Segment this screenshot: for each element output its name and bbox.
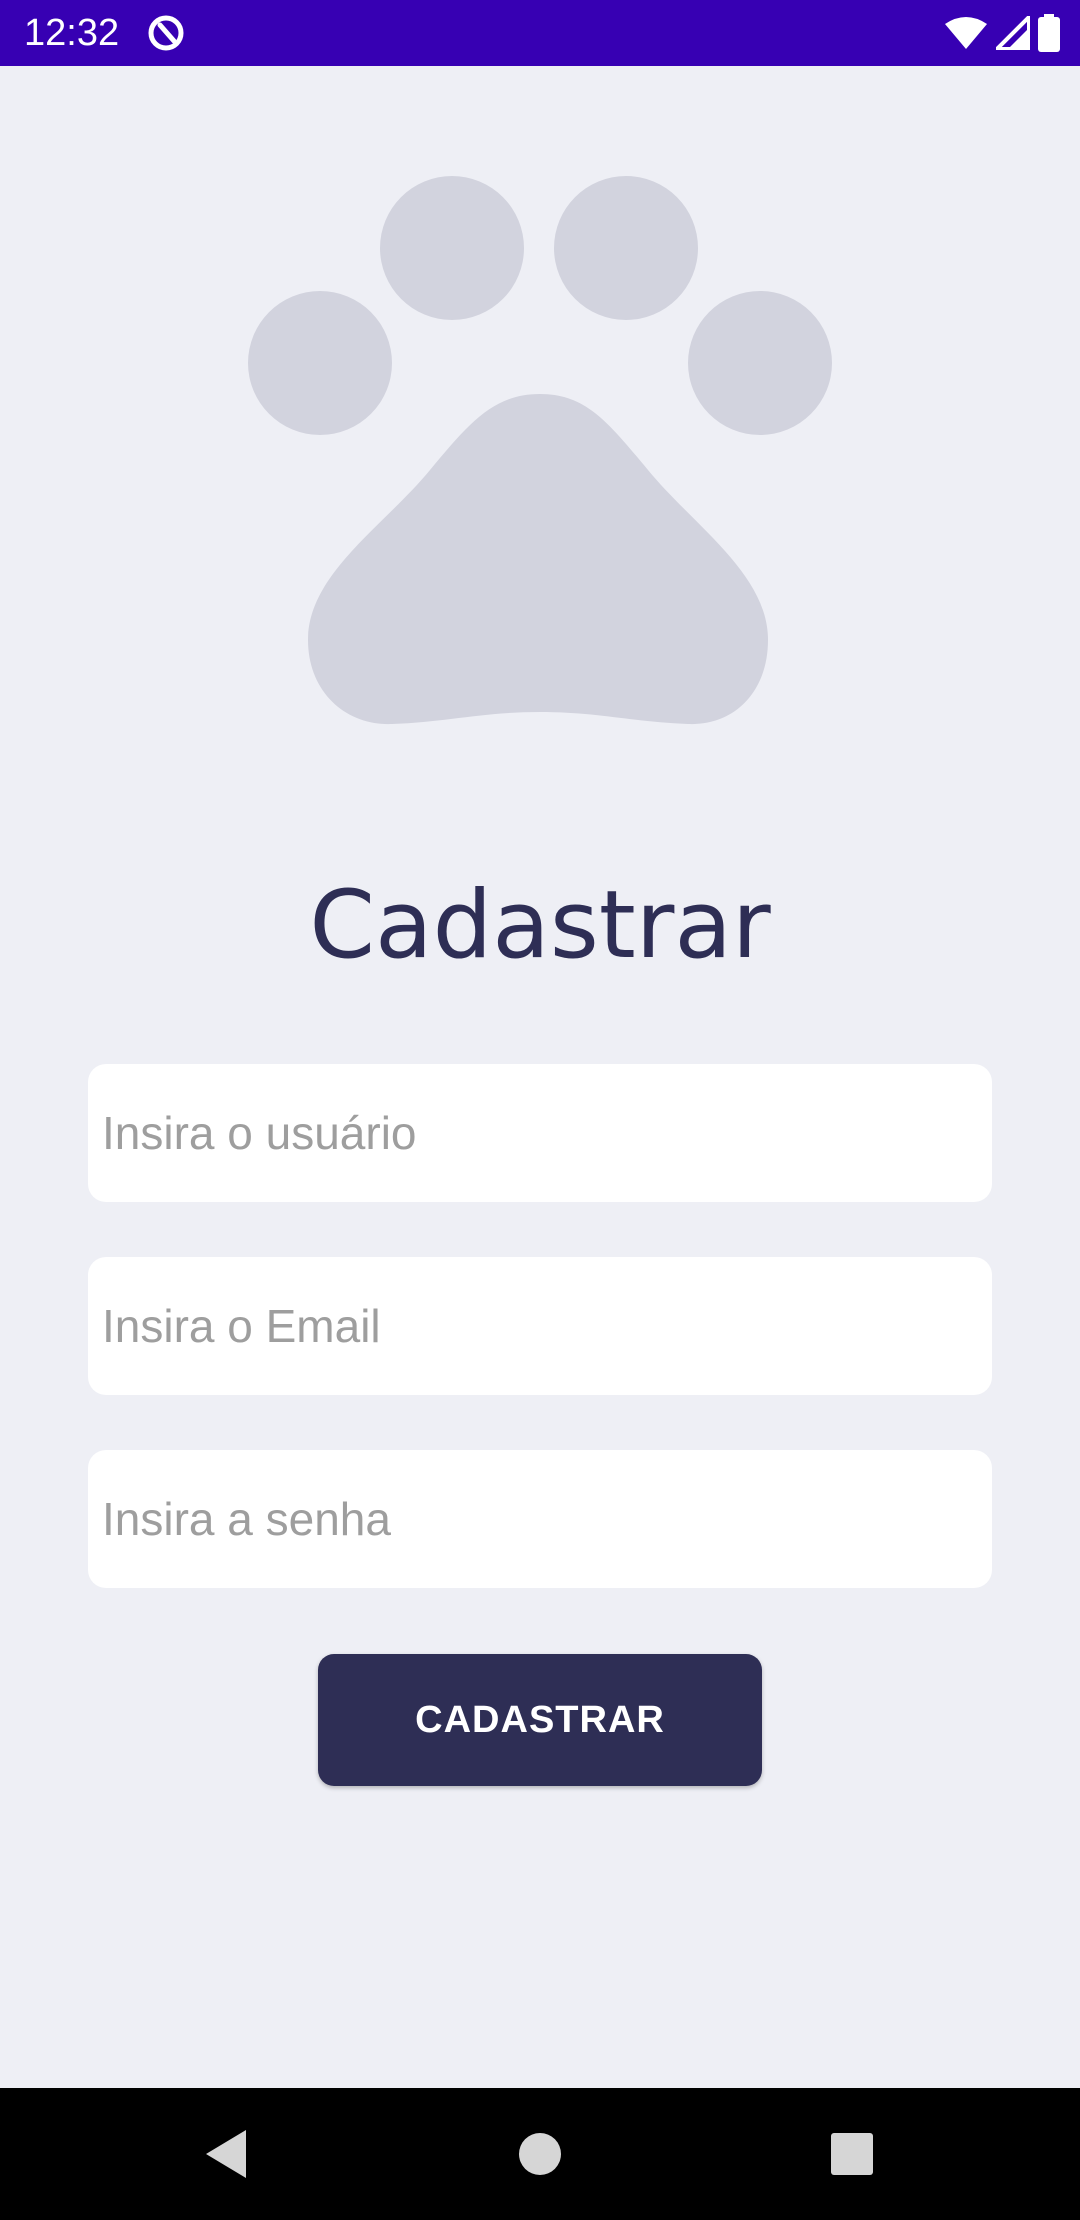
battery-icon: [1038, 14, 1060, 52]
app-notification-icon: [148, 15, 184, 51]
password-field[interactable]: [88, 1450, 992, 1588]
register-button[interactable]: CADASTRAR: [318, 1654, 762, 1786]
signal-icon: [996, 16, 1030, 50]
status-icons: [944, 12, 1060, 54]
wifi-icon: [945, 17, 987, 49]
register-screen: Cadastrar CADASTRAR: [0, 66, 1080, 2088]
navigation-bar: [0, 2088, 1080, 2220]
back-icon[interactable]: [196, 2124, 256, 2184]
page-title: Cadastrar: [309, 871, 771, 980]
status-time: 12:32: [24, 12, 120, 54]
status-bar: 12:32: [0, 0, 1080, 66]
home-icon[interactable]: [510, 2124, 570, 2184]
paw-icon: [248, 176, 832, 725]
email-field[interactable]: [88, 1257, 992, 1395]
username-field[interactable]: [88, 1064, 992, 1202]
recents-icon[interactable]: [822, 2124, 882, 2184]
